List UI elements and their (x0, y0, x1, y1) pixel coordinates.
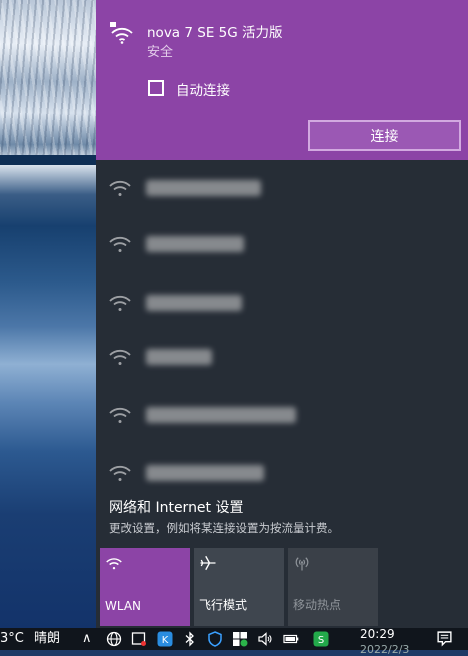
network-flyout: nova 7 SE 5G 活力版 安全 自动连接 连接 网络和 Internet… (96, 0, 468, 628)
airplane-mode-tile[interactable]: 飞行模式 (194, 548, 284, 626)
svg-text:K: K (162, 635, 169, 646)
taskbar: 3°C 晴朗 ∧ K S 20:29 2022/2/3 (0, 627, 468, 656)
wifi-icon (109, 465, 131, 481)
k-app-icon[interactable]: K (157, 631, 173, 647)
network-name-blurred (146, 349, 212, 365)
windows-security-icon[interactable] (232, 631, 248, 647)
s-app-icon[interactable]: S (313, 631, 329, 647)
wifi-icon (109, 407, 131, 423)
taskbar-clock-time[interactable]: 20:29 (360, 627, 395, 641)
action-center-icon[interactable] (436, 630, 453, 647)
auto-connect-label: 自动连接 (176, 83, 230, 99)
connect-button[interactable]: 连接 (308, 120, 461, 151)
network-name-blurred (146, 295, 242, 311)
globe-icon[interactable] (106, 631, 122, 647)
network-security: 安全 (147, 45, 174, 60)
security-shield-icon[interactable] (207, 631, 223, 647)
wallpaper-snowy-trees (0, 0, 96, 160)
wlan-toggle-tile[interactable]: WLAN (100, 548, 190, 626)
network-settings-description: 更改设置，例如将某连接设置为按流量计费。 (109, 521, 339, 535)
screen-capture-icon[interactable] (131, 631, 147, 647)
network-ssid: nova 7 SE 5G 活力版 (147, 25, 283, 41)
wlan-tile-label: WLAN (105, 599, 142, 613)
desktop-wallpaper (0, 0, 96, 628)
weather-temperature[interactable]: 3°C (0, 630, 24, 648)
wifi-icon (109, 236, 131, 252)
network-list-item[interactable] (96, 392, 468, 448)
network-list-item[interactable] (96, 280, 468, 336)
mobile-hotspot-tile[interactable]: 移动热点 (288, 548, 378, 626)
wifi-icon (109, 295, 131, 311)
airplane-mode-label: 飞行模式 (199, 598, 248, 612)
auto-connect-checkbox[interactable] (148, 80, 164, 96)
network-list-item[interactable] (96, 334, 468, 390)
battery-icon[interactable] (283, 631, 299, 647)
volume-icon[interactable] (257, 631, 273, 647)
network-settings-link[interactable]: 网络和 Internet 设置 (109, 497, 244, 517)
mobile-hotspot-label: 移动热点 (293, 598, 342, 612)
svg-text:S: S (318, 635, 324, 646)
wifi-icon (106, 558, 122, 570)
hotspot-icon (295, 557, 309, 571)
airplane-icon (200, 555, 216, 571)
network-name-blurred (146, 180, 261, 196)
wallpaper-shore (0, 155, 96, 165)
wifi-icon (109, 180, 131, 196)
bluetooth-icon[interactable] (182, 631, 198, 647)
network-name-blurred (146, 465, 264, 481)
network-name-blurred (146, 236, 244, 252)
network-list-item[interactable] (96, 221, 468, 277)
wifi-secured-icon (110, 22, 133, 44)
selected-network-item[interactable]: nova 7 SE 5G 活力版 安全 自动连接 连接 (96, 0, 468, 160)
network-name-blurred (146, 407, 296, 423)
wifi-icon (109, 349, 131, 365)
network-list-item[interactable] (96, 165, 468, 221)
show-hidden-icons-chevron-icon[interactable]: ∧ (82, 630, 92, 648)
weather-condition[interactable]: 晴朗 (34, 630, 60, 648)
